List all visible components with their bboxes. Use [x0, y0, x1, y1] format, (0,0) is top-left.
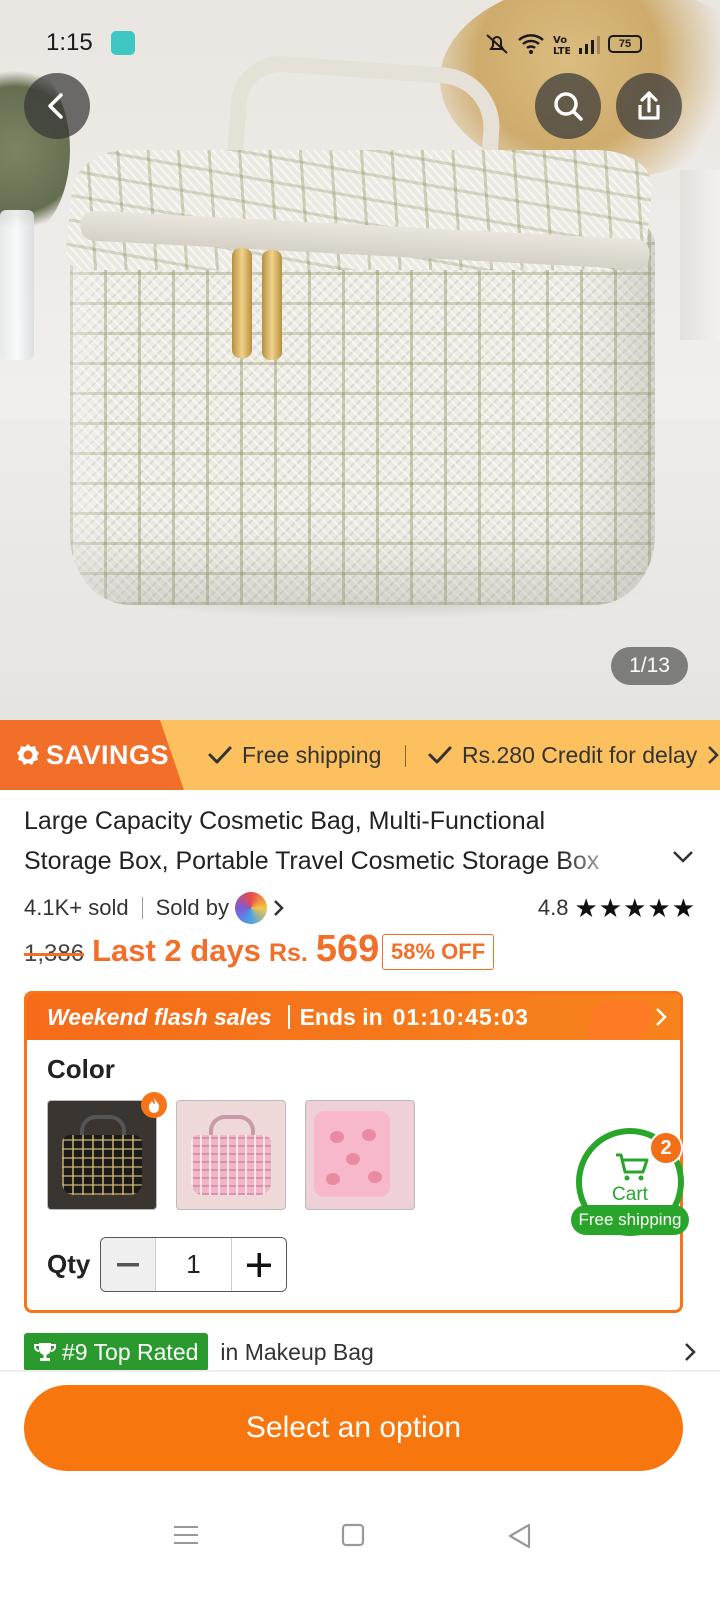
qty-label: Qty: [47, 1249, 91, 1279]
chevron-right-icon: [708, 746, 719, 764]
ends-in-label: Ends in: [299, 1003, 383, 1030]
title-fade: [560, 842, 630, 882]
peach-print: [362, 1129, 376, 1141]
cart-count-badge: 2: [649, 1131, 683, 1165]
cart-free-shipping-badge: Free shipping: [571, 1205, 689, 1235]
hot-icon: [141, 1092, 167, 1118]
home-icon[interactable]: [341, 1523, 365, 1547]
original-price: 1,386: [24, 940, 85, 967]
color-swatch-black[interactable]: [47, 1100, 157, 1210]
savings-badge-icon: [17, 744, 39, 765]
cart-label: Cart: [612, 1184, 648, 1205]
back-triangle-icon[interactable]: [507, 1523, 533, 1549]
rank-category: in Makeup Bag: [220, 1338, 374, 1365]
image-counter: 1/13: [611, 647, 688, 685]
benefit-label: Rs.280 Credit for delay: [462, 741, 698, 768]
meta-divider: [141, 897, 143, 919]
flame-icon: [148, 1098, 160, 1113]
signal-icon: [579, 36, 600, 54]
system-navigation-bar: [0, 1490, 720, 1600]
bag-body: [70, 215, 655, 605]
chevron-left-icon: [48, 93, 63, 119]
volte-icon: VoLTE: [553, 35, 570, 56]
cart-icon: [616, 1153, 649, 1181]
status-icons: Vo LTE 75: [484, 31, 664, 57]
product-title: Large Capacity Cosmetic Bag, Multi-Funct…: [24, 807, 600, 875]
swatch-bag: [62, 1135, 142, 1195]
top-rated-row[interactable]: #9 Top Rated in Makeup Bag: [24, 1333, 696, 1371]
qty-decrease-button[interactable]: [101, 1238, 155, 1291]
check-icon: [428, 746, 452, 764]
status-bar: 1:15 Vo LTE 75: [0, 0, 720, 80]
battery-icon: 75: [608, 35, 642, 53]
qty-value[interactable]: 1: [155, 1238, 232, 1291]
peach-print: [346, 1153, 360, 1165]
plus-icon: [247, 1252, 271, 1277]
price-currency: Rs.: [268, 939, 308, 967]
color-swatch-pink-peach[interactable]: [305, 1100, 415, 1210]
divider: [0, 1370, 720, 1372]
discount-badge: 58% OFF: [382, 934, 495, 970]
sale-price: 569: [315, 928, 380, 970]
zipper-pull: [262, 250, 282, 360]
quantity-stepper: 1: [100, 1237, 287, 1292]
countdown-timer: 01:10:45:03: [392, 1003, 529, 1030]
status-time: 1:15: [46, 29, 93, 56]
chevron-right-icon[interactable]: [273, 898, 285, 918]
benefit-label: Free shipping: [242, 741, 382, 768]
minus-icon: [117, 1262, 139, 1266]
color-label: Color: [47, 1054, 115, 1084]
peach-print: [368, 1171, 382, 1183]
flash-sale-header[interactable]: Weekend flash sales Ends in 01:10:45:03: [27, 994, 680, 1040]
savings-label: SAVINGS: [46, 739, 170, 770]
chevron-right-icon: [685, 1343, 696, 1361]
expand-title-icon[interactable]: [672, 850, 694, 864]
chevron-right-icon: [656, 1008, 667, 1026]
back-button[interactable]: [24, 73, 90, 139]
rank-badge-label: #9 Top Rated: [62, 1338, 199, 1365]
benefit-delay-credit: Rs.280 Credit for delay: [428, 720, 697, 790]
peach-print: [326, 1173, 340, 1185]
search-button[interactable]: [535, 73, 601, 139]
zipper-pull: [232, 248, 252, 358]
app-notification-icon: [111, 31, 135, 55]
product-image-gallery[interactable]: 1/13: [0, 0, 720, 720]
qty-increase-button[interactable]: [232, 1238, 286, 1291]
background-bottle: [0, 210, 34, 360]
mute-icon: [486, 34, 508, 54]
savings-tag: SAVINGS: [0, 720, 184, 790]
savings-banner[interactable]: SAVINGS Free shipping Rs.280 Credit for …: [0, 720, 720, 790]
top-rated-badge: #9 Top Rated: [24, 1333, 209, 1371]
search-icon: [554, 92, 583, 121]
sold-count: 4.1K+ sold: [24, 895, 129, 920]
promo-label: Last 2 days: [92, 933, 261, 968]
seller-avatar[interactable]: [234, 892, 267, 924]
svg-text:Vo: Vo: [553, 35, 567, 46]
select-option-button[interactable]: Select an option: [24, 1385, 683, 1471]
flash-divider: [287, 1005, 290, 1029]
check-icon: [208, 746, 232, 764]
flash-decoration: [584, 1000, 656, 1040]
product-meta-row: 4.1K+ sold Sold by 4.8 ★★★★★: [24, 890, 696, 926]
sold-by-link[interactable]: Sold by: [156, 895, 229, 921]
color-swatch-pink[interactable]: [176, 1100, 286, 1210]
trophy-icon: [34, 1343, 56, 1361]
share-icon: [638, 91, 660, 120]
swatch-bag: [191, 1135, 271, 1195]
benefit-divider: [405, 745, 406, 767]
price-row: 1,386 Last 2 days Rs. 569: [24, 928, 379, 978]
background-box: [680, 170, 720, 340]
svg-text:LTE: LTE: [553, 46, 570, 56]
menu-icon[interactable]: [173, 1523, 199, 1547]
flash-sale-title: Weekend flash sales: [47, 1003, 272, 1030]
wifi-icon: [518, 34, 544, 54]
rating[interactable]: 4.8 ★★★★★: [538, 893, 696, 924]
benefit-free-shipping: Free shipping: [208, 720, 381, 790]
share-button[interactable]: [616, 73, 682, 139]
rating-stars: ★★★★★: [574, 892, 696, 923]
peach-print: [330, 1131, 344, 1143]
rating-value: 4.8: [537, 895, 569, 920]
